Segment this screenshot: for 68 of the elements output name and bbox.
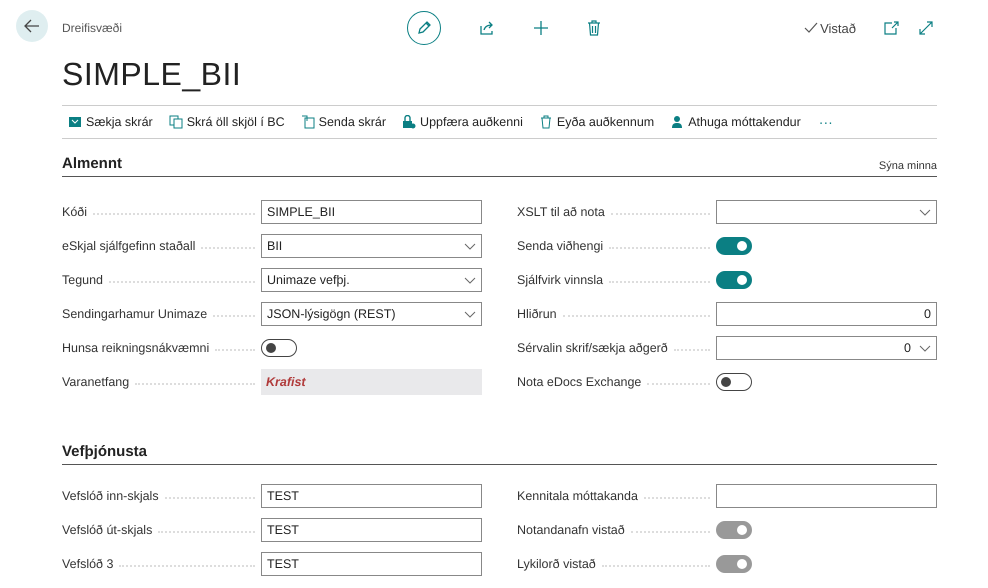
expand-icon[interactable]	[919, 21, 933, 35]
lock-icon	[402, 115, 416, 129]
pencil-icon	[416, 20, 432, 36]
action-button[interactable]: Uppfæra auðkenni	[396, 111, 529, 133]
chevron-down-icon	[464, 242, 476, 250]
action-button[interactable]: Eyða auðkennum	[532, 111, 660, 133]
copy-icon	[168, 115, 183, 129]
field-label: Notandanafn vistað	[517, 523, 625, 537]
trash-icon	[538, 115, 553, 129]
dropdown-field[interactable]: BII	[261, 234, 482, 258]
person-icon	[670, 115, 684, 129]
section-title: Vefþjónusta	[62, 443, 148, 460]
show-less-link[interactable]: Sýna minna	[878, 160, 937, 172]
delete-icon[interactable]	[587, 20, 601, 36]
dropdown-field[interactable]: JSON-lýsigögn (REST)	[261, 302, 482, 326]
check-icon	[804, 22, 818, 34]
toggle-switch[interactable]	[716, 271, 752, 289]
input-field[interactable]: Krafist	[261, 369, 482, 395]
field-label: Nota eDocs Exchange	[517, 375, 642, 389]
dropdown-field[interactable]	[716, 200, 937, 224]
add-icon[interactable]	[533, 20, 549, 36]
input-field[interactable]	[716, 484, 937, 508]
field-label: Sendingarhamur Unimaze	[62, 307, 208, 321]
action-button[interactable]: Skrá öll skjöl í BC	[162, 111, 291, 133]
open-new-window-icon[interactable]	[884, 21, 899, 35]
input-field[interactable]: TEST	[261, 552, 482, 576]
section-title: Almennt	[62, 155, 122, 172]
input-field[interactable]: SIMPLE_BII	[261, 200, 482, 224]
input-field[interactable]: 0	[716, 302, 937, 326]
action-button[interactable]: Athuga móttakendur	[664, 111, 807, 133]
field-label: Hliðrun	[517, 307, 557, 321]
chevron-down-icon	[919, 208, 931, 216]
field-label: Vefslóð 3	[62, 557, 114, 571]
toggle-switch[interactable]	[716, 373, 752, 391]
back-button[interactable]	[16, 10, 48, 42]
dropdown-field[interactable]: Unimaze vefþj.	[261, 268, 482, 292]
breadcrumb: Dreifisvæði	[62, 21, 124, 35]
chevron-down-icon	[919, 344, 931, 352]
save-status: Vistað	[820, 20, 856, 36]
page-title: SIMPLE_BII	[62, 56, 242, 93]
field-label: Hunsa reikningsnákvæmni	[62, 341, 210, 355]
field-label: Vefslóð inn-skjals	[62, 489, 159, 503]
field-label: Varanetfang	[62, 375, 130, 389]
dropdown-field[interactable]: 0	[716, 336, 937, 360]
field-label: XSLT til að nota	[517, 205, 605, 219]
field-label: Sjálfvirk vinnsla	[517, 273, 604, 287]
field-label: Senda viðhengi	[517, 239, 604, 253]
field-label: eSkjal sjálfgefinn staðall	[62, 239, 196, 253]
action-button[interactable]: Sækja skrár	[62, 111, 159, 133]
toggle-switch[interactable]	[716, 237, 752, 255]
more-button[interactable]: ···	[810, 110, 841, 134]
field-label: Sérvalin skrif/sækja aðgerð	[517, 341, 668, 355]
field-label: Lykilorð vistað	[517, 557, 596, 571]
toggle-switch[interactable]	[261, 339, 297, 357]
action-button[interactable]: Senda skrár	[294, 111, 392, 133]
field-label: Vefslóð út-skjals	[62, 523, 152, 537]
chevron-down-icon	[464, 276, 476, 284]
download-icon	[68, 115, 82, 129]
send-icon	[300, 115, 315, 129]
input-field[interactable]: TEST	[261, 518, 482, 542]
edit-button[interactable]	[407, 11, 441, 45]
share-icon[interactable]	[479, 20, 495, 36]
field-label: Kóði	[62, 205, 88, 219]
field-label: Tegund	[62, 273, 104, 287]
back-arrow-icon	[24, 19, 40, 33]
field-label: Kennitala móttakanda	[517, 489, 638, 503]
chevron-down-icon	[464, 310, 476, 318]
input-field[interactable]: TEST	[261, 484, 482, 508]
